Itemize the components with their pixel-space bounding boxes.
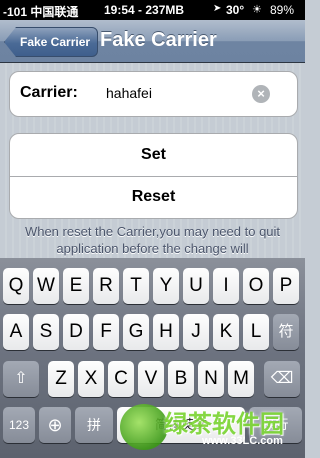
key-q[interactable]: Q (3, 268, 29, 304)
keyboard: Q W E R T Y U I O P A S D F G H J K L 符 … (0, 258, 305, 458)
page-title: Fake Carrier (100, 29, 217, 51)
location-icon: ➤ (213, 3, 222, 14)
carrier-label: Carrier: (20, 84, 78, 101)
key-n[interactable]: N (198, 361, 224, 397)
delete-key[interactable]: ⌫ (264, 361, 300, 397)
globe-icon[interactable]: ⊕ (39, 407, 71, 443)
key-c[interactable]: C (108, 361, 134, 397)
clear-icon[interactable]: × (252, 85, 270, 103)
settings-content: Carrier: × Set Reset When reset the Carr… (0, 63, 305, 258)
reset-note: When reset the Carrier,you may need to q… (24, 224, 281, 256)
shift-key[interactable]: ⇧ (3, 361, 39, 397)
reset-button[interactable]: Reset (10, 176, 297, 218)
set-button[interactable]: Set (10, 134, 297, 177)
key-k[interactable]: K (213, 314, 239, 350)
key-w[interactable]: W (33, 268, 59, 304)
key-u[interactable]: U (183, 268, 209, 304)
key-v[interactable]: V (138, 361, 164, 397)
key-m[interactable]: M (228, 361, 254, 397)
key-a[interactable]: A (3, 314, 29, 350)
key-j[interactable]: J (183, 314, 209, 350)
action-buttons-group: Set Reset (9, 133, 298, 219)
numbers-key[interactable]: 123 (3, 407, 35, 443)
key-s[interactable]: S (33, 314, 59, 350)
key-r[interactable]: R (93, 268, 119, 304)
key-p[interactable]: P (273, 268, 299, 304)
key-g[interactable]: G (123, 314, 149, 350)
back-button[interactable]: Fake Carrier (4, 27, 99, 57)
key-o[interactable]: O (243, 268, 269, 304)
key-x[interactable]: X (78, 361, 104, 397)
key-f[interactable]: F (93, 314, 119, 350)
key-i[interactable]: I (213, 268, 239, 304)
key-e[interactable]: E (63, 268, 89, 304)
carrier-signal: -101 中国联通 (3, 5, 79, 19)
key-z[interactable]: Z (48, 361, 74, 397)
key-symbols[interactable]: 符 (273, 314, 299, 350)
carrier-field-group: Carrier: × (9, 71, 298, 117)
key-y[interactable]: Y (153, 268, 179, 304)
status-bar: -101 中国联通 19:54 - 237MB ➤ 30° ☀ 89% (0, 0, 305, 20)
key-b[interactable]: B (168, 361, 194, 397)
key-d[interactable]: D (63, 314, 89, 350)
space-key[interactable]: 简体英文 (117, 407, 245, 443)
battery-level: 89% (270, 3, 295, 17)
carrier-input[interactable] (102, 81, 270, 105)
sun-icon: ☀ (252, 4, 262, 16)
key-h[interactable]: H (153, 314, 179, 350)
status-time: 19:54 - 237MB (104, 3, 185, 17)
pinyin-key[interactable]: 拼 (75, 407, 113, 443)
temperature: 30° (226, 3, 245, 17)
navigation-bar: Fake Carrier Fake Carrier (0, 20, 305, 63)
key-l[interactable]: L (243, 314, 269, 350)
key-t[interactable]: T (123, 268, 149, 304)
return-key[interactable]: 换行 (249, 407, 302, 443)
